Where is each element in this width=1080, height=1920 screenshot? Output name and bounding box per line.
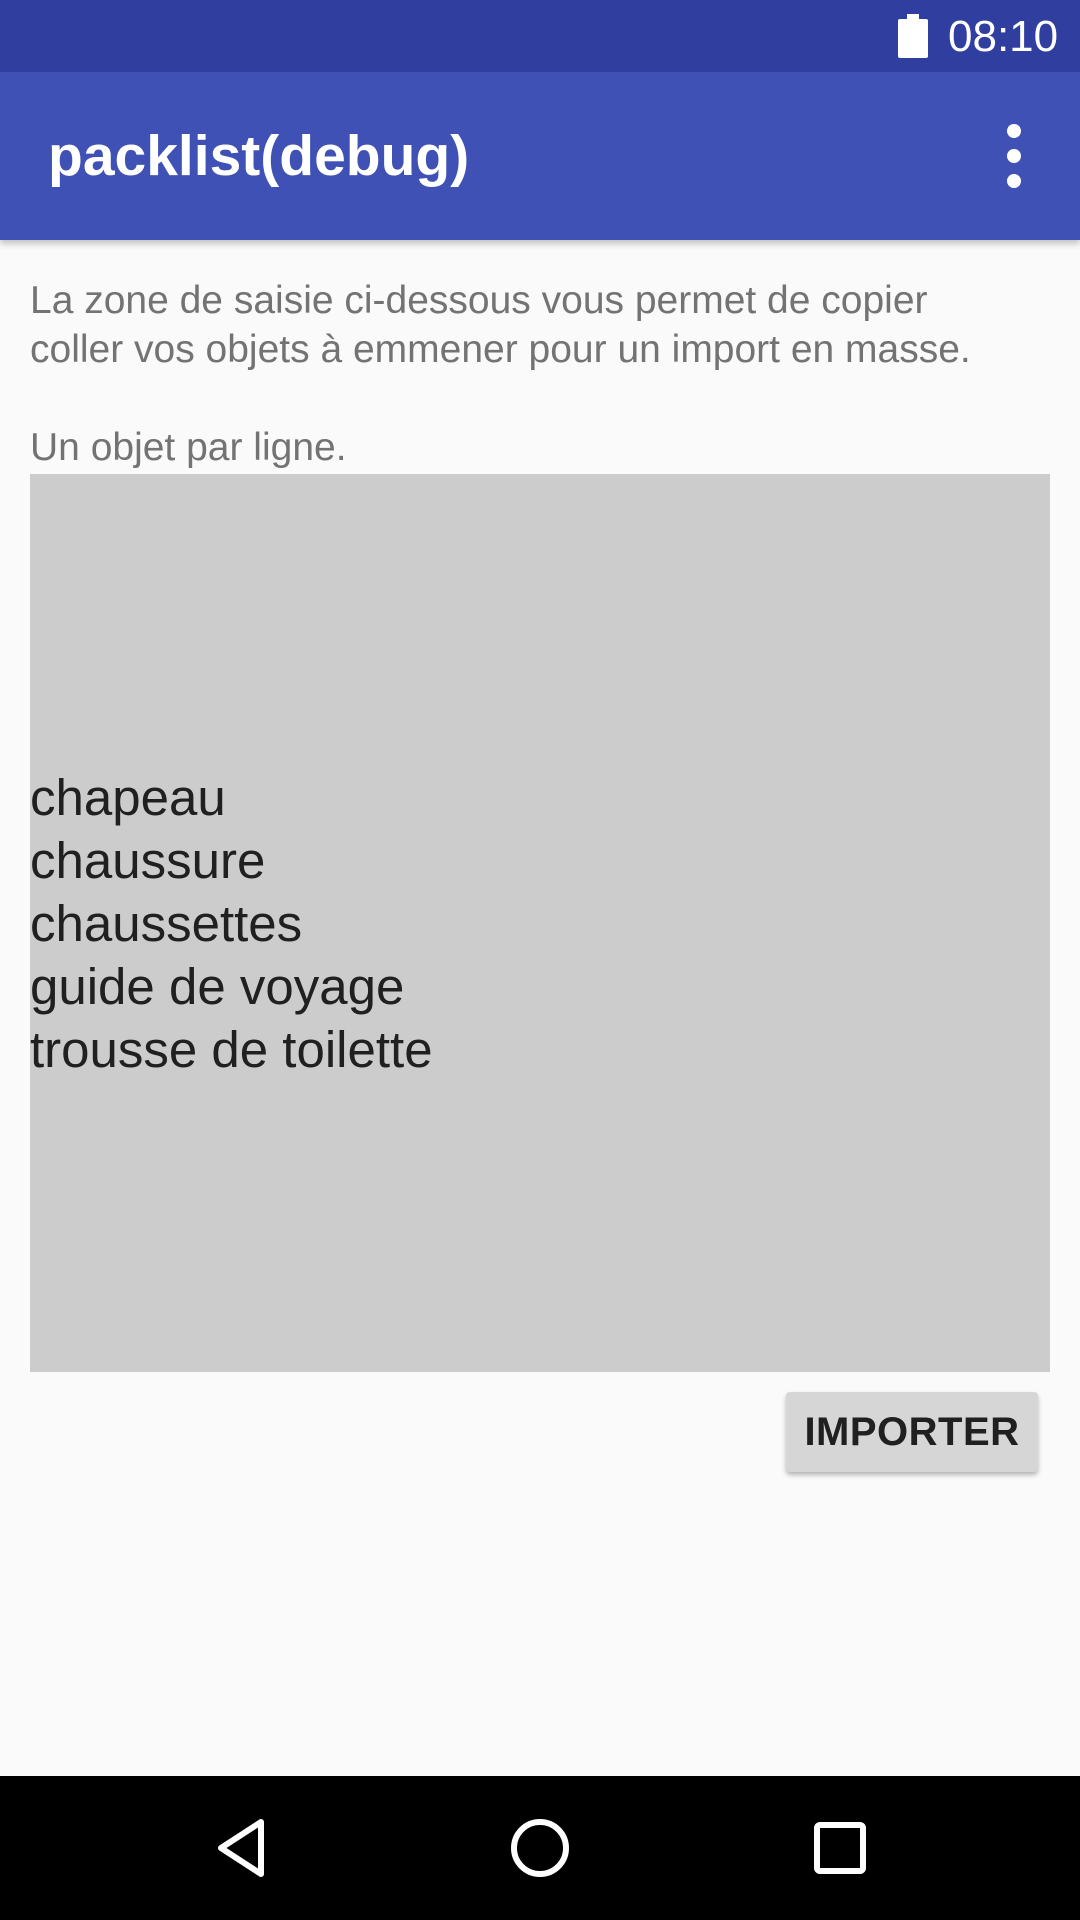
import-line: chaussettes <box>30 894 303 952</box>
battery-icon <box>898 14 928 58</box>
content: La zone de saisie ci-dessous vous permet… <box>0 240 1080 1776</box>
status-time: 08:10 <box>948 12 1059 61</box>
navigation-bar <box>0 1776 1080 1920</box>
back-icon[interactable] <box>205 1812 277 1884</box>
import-lines: chapeau chaussure chaussettes guide de voya… <box>30 766 433 1081</box>
import-line: guide de voyage <box>30 957 405 1015</box>
import-line: chapeau <box>30 768 226 826</box>
home-icon[interactable] <box>504 1812 576 1884</box>
more-vert-icon[interactable] <box>990 120 1038 192</box>
status-bar: 08:10 <box>0 0 1080 72</box>
recents-icon[interactable] <box>804 1812 876 1884</box>
import-text-area[interactable]: chapeau chaussure chaussettes guide de voya… <box>30 474 1050 1372</box>
import-button[interactable]: IMPORTER <box>786 1392 1038 1472</box>
description-text: La zone de saisie ci-dessous vous permet… <box>30 279 971 469</box>
import-line: chaussure <box>30 831 266 889</box>
app-bar: packlist(debug) <box>0 72 1080 240</box>
import-line: trousse de toilette <box>30 1020 433 1078</box>
app-title: packlist(debug) <box>48 124 470 188</box>
screen: 08:10 packlist(debug) La zone de saisie … <box>0 0 1080 1920</box>
